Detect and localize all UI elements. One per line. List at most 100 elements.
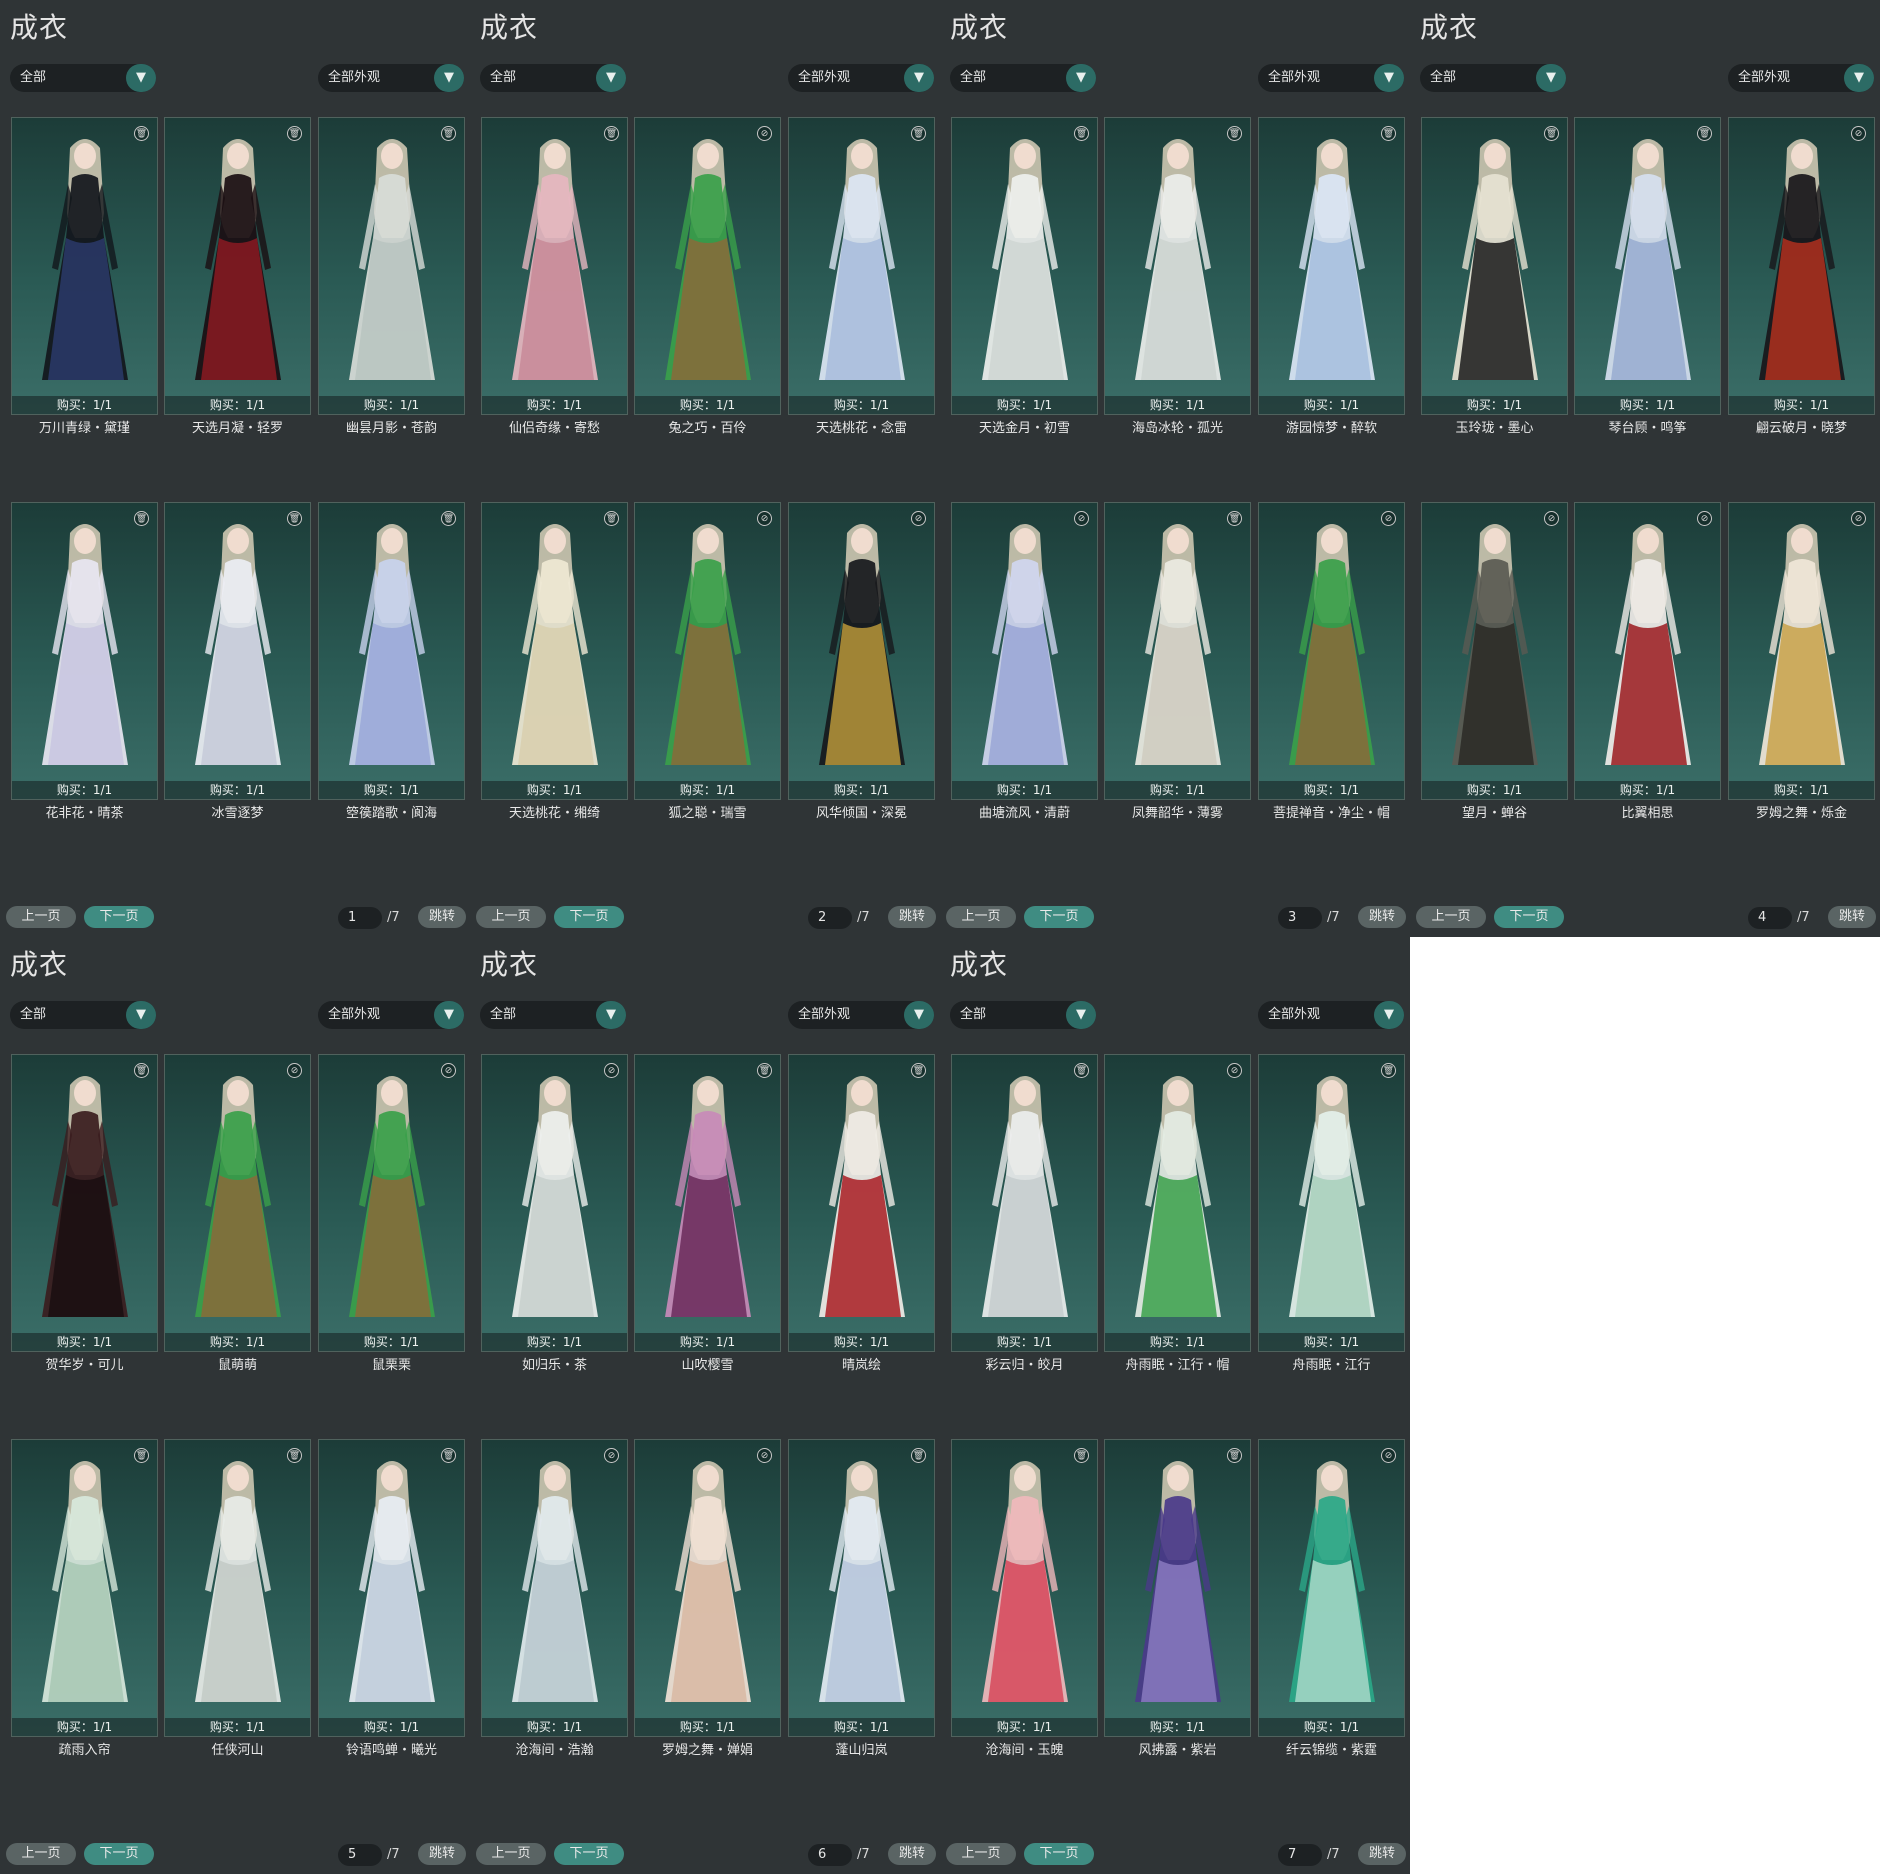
page-number-input[interactable]: 6	[808, 1844, 852, 1866]
outfit-card[interactable]: 🗑 购买：1/1	[1104, 1439, 1251, 1737]
prev-page-button[interactable]: 上一页	[946, 906, 1016, 928]
outfit-card[interactable]: 🗑 购买：1/1	[788, 1439, 935, 1737]
trash-icon[interactable]: 🗑	[604, 511, 619, 526]
wardrobe-icon[interactable]: ⊘	[1851, 126, 1866, 141]
outfit-card[interactable]: 🗑 购买：1/1	[1421, 117, 1568, 415]
jump-button[interactable]: 跳转	[1358, 1843, 1406, 1865]
page-number-input[interactable]: 3	[1278, 907, 1322, 929]
wardrobe-icon[interactable]: ⊘	[757, 511, 772, 526]
category-dropdown[interactable]: 全部 ▼	[950, 1001, 1096, 1029]
page-number-input[interactable]: 4	[1748, 907, 1792, 929]
trash-icon[interactable]: 🗑	[1227, 126, 1242, 141]
next-page-button[interactable]: 下一页	[1494, 906, 1564, 928]
category-dropdown[interactable]: 全部 ▼	[1420, 64, 1566, 92]
trash-icon[interactable]: 🗑	[287, 511, 302, 526]
category-dropdown[interactable]: 全部 ▼	[480, 1001, 626, 1029]
trash-icon[interactable]: 🗑	[287, 1448, 302, 1463]
trash-icon[interactable]: 🗑	[1697, 126, 1712, 141]
next-page-button[interactable]: 下一页	[84, 1843, 154, 1865]
jump-button[interactable]: 跳转	[418, 1843, 466, 1865]
trash-icon[interactable]: 🗑	[441, 126, 456, 141]
jump-button[interactable]: 跳转	[888, 1843, 936, 1865]
trash-icon[interactable]: 🗑	[1381, 126, 1396, 141]
trash-icon[interactable]: 🗑	[911, 1448, 926, 1463]
trash-icon[interactable]: 🗑	[911, 126, 926, 141]
wardrobe-icon[interactable]: ⊘	[1697, 511, 1712, 526]
trash-icon[interactable]: 🗑	[1074, 1448, 1089, 1463]
trash-icon[interactable]: 🗑	[287, 126, 302, 141]
page-number-input[interactable]: 5	[338, 1844, 382, 1866]
outfit-card[interactable]: 🗑 购买：1/1	[481, 502, 628, 800]
prev-page-button[interactable]: 上一页	[1416, 906, 1486, 928]
jump-button[interactable]: 跳转	[1358, 906, 1406, 928]
outfit-card[interactable]: ⊘ 购买：1/1	[164, 1054, 311, 1352]
trash-icon[interactable]: 🗑	[134, 1063, 149, 1078]
outfit-card[interactable]: ⊘ 购买：1/1	[634, 1439, 781, 1737]
appearance-dropdown[interactable]: 全部外观 ▼	[1258, 1001, 1404, 1029]
outfit-card[interactable]: 🗑 购买：1/1	[1258, 1054, 1405, 1352]
trash-icon[interactable]: 🗑	[1074, 1063, 1089, 1078]
wardrobe-icon[interactable]: ⊘	[604, 1063, 619, 1078]
outfit-card[interactable]: 🗑 购买：1/1	[164, 502, 311, 800]
outfit-card[interactable]: 🗑 购买：1/1	[11, 117, 158, 415]
next-page-button[interactable]: 下一页	[1024, 1843, 1094, 1865]
outfit-card[interactable]: ⊘ 购买：1/1	[1728, 117, 1875, 415]
wardrobe-icon[interactable]: ⊘	[757, 126, 772, 141]
wardrobe-icon[interactable]: ⊘	[911, 511, 926, 526]
outfit-card[interactable]: ⊘ 购买：1/1	[634, 502, 781, 800]
trash-icon[interactable]: 🗑	[1227, 511, 1242, 526]
outfit-card[interactable]: 🗑 购买：1/1	[164, 117, 311, 415]
wardrobe-icon[interactable]: ⊘	[1227, 1063, 1242, 1078]
outfit-card[interactable]: ⊘ 购买：1/1	[951, 502, 1098, 800]
outfit-card[interactable]: 🗑 购买：1/1	[11, 1439, 158, 1737]
outfit-card[interactable]: ⊘ 购买：1/1	[1258, 1439, 1405, 1737]
category-dropdown[interactable]: 全部 ▼	[480, 64, 626, 92]
prev-page-button[interactable]: 上一页	[476, 1843, 546, 1865]
trash-icon[interactable]: 🗑	[911, 1063, 926, 1078]
outfit-card[interactable]: 🗑 购买：1/1	[164, 1439, 311, 1737]
category-dropdown[interactable]: 全部 ▼	[950, 64, 1096, 92]
wardrobe-icon[interactable]: ⊘	[1851, 511, 1866, 526]
page-number-input[interactable]: 1	[338, 907, 382, 929]
trash-icon[interactable]: 🗑	[134, 1448, 149, 1463]
jump-button[interactable]: 跳转	[1828, 906, 1876, 928]
outfit-card[interactable]: 🗑 购买：1/1	[11, 1054, 158, 1352]
category-dropdown[interactable]: 全部 ▼	[10, 64, 156, 92]
appearance-dropdown[interactable]: 全部外观 ▼	[318, 1001, 464, 1029]
outfit-card[interactable]: 🗑 购买：1/1	[1574, 117, 1721, 415]
trash-icon[interactable]: 🗑	[1544, 126, 1559, 141]
outfit-card[interactable]: 🗑 购买：1/1	[788, 117, 935, 415]
next-page-button[interactable]: 下一页	[554, 906, 624, 928]
page-number-input[interactable]: 7	[1278, 1844, 1322, 1866]
outfit-card[interactable]: 🗑 购买：1/1	[318, 117, 465, 415]
outfit-card[interactable]: ⊘ 购买：1/1	[481, 1439, 628, 1737]
outfit-card[interactable]: 🗑 购买：1/1	[481, 117, 628, 415]
wardrobe-icon[interactable]: ⊘	[1074, 511, 1089, 526]
wardrobe-icon[interactable]: ⊘	[1544, 511, 1559, 526]
prev-page-button[interactable]: 上一页	[6, 1843, 76, 1865]
outfit-card[interactable]: ⊘ 购买：1/1	[481, 1054, 628, 1352]
wardrobe-icon[interactable]: ⊘	[287, 1063, 302, 1078]
next-page-button[interactable]: 下一页	[84, 906, 154, 928]
outfit-card[interactable]: ⊘ 购买：1/1	[1421, 502, 1568, 800]
trash-icon[interactable]: 🗑	[1227, 1448, 1242, 1463]
outfit-card[interactable]: ⊘ 购买：1/1	[1574, 502, 1721, 800]
trash-icon[interactable]: 🗑	[441, 1448, 456, 1463]
trash-icon[interactable]: 🗑	[441, 511, 456, 526]
trash-icon[interactable]: 🗑	[604, 126, 619, 141]
outfit-card[interactable]: 🗑 购买：1/1	[951, 117, 1098, 415]
outfit-card[interactable]: 🗑 购买：1/1	[951, 1054, 1098, 1352]
wardrobe-icon[interactable]: ⊘	[757, 1448, 772, 1463]
outfit-card[interactable]: 🗑 购买：1/1	[634, 1054, 781, 1352]
appearance-dropdown[interactable]: 全部外观 ▼	[788, 64, 934, 92]
outfit-card[interactable]: 🗑 购买：1/1	[11, 502, 158, 800]
appearance-dropdown[interactable]: 全部外观 ▼	[1728, 64, 1874, 92]
next-page-button[interactable]: 下一页	[554, 1843, 624, 1865]
outfit-card[interactable]: 🗑 购买：1/1	[318, 502, 465, 800]
trash-icon[interactable]: 🗑	[1074, 126, 1089, 141]
outfit-card[interactable]: 🗑 购买：1/1	[1104, 502, 1251, 800]
outfit-card[interactable]: 🗑 购买：1/1	[788, 1054, 935, 1352]
trash-icon[interactable]: 🗑	[757, 1063, 772, 1078]
next-page-button[interactable]: 下一页	[1024, 906, 1094, 928]
prev-page-button[interactable]: 上一页	[476, 906, 546, 928]
